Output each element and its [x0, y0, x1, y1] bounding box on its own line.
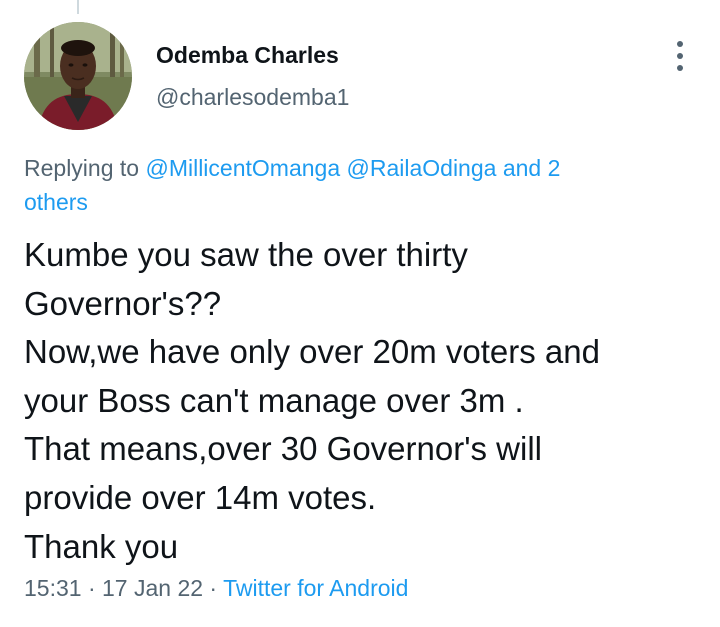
author-display-name[interactable]: Odemba Charles: [156, 42, 339, 69]
tweet-metadata: 15:31 · 17 Jan 22 · Twitter for Android: [24, 575, 408, 602]
mention-millicentomanga[interactable]: @MillicentOmanga: [145, 155, 340, 181]
replying-to: Replying to @MillicentOmanga @RailaOding…: [24, 151, 664, 219]
others-link-cont[interactable]: others: [24, 189, 88, 215]
author-avatar[interactable]: [24, 22, 132, 130]
tweet-text-line: provide over 14m votes.: [24, 478, 377, 516]
author-handle[interactable]: @charlesodemba1: [156, 84, 349, 111]
tweet-text-line: Kumbe you saw the over thirty: [24, 236, 468, 273]
meta-separator: ·: [81, 575, 103, 601]
tweet-text-line: Governor's??: [24, 284, 222, 322]
others-link[interactable]: and 2: [503, 155, 561, 181]
more-options-button[interactable]: [668, 38, 692, 74]
tweet-text: Kumbe you saw the over thirty Governor's…: [24, 231, 704, 571]
meta-separator: ·: [203, 575, 224, 601]
tweet-text-line: Thank you: [24, 527, 179, 565]
more-vertical-icon: [677, 41, 683, 71]
thread-connector-line: [77, 0, 79, 14]
replying-prefix: Replying to: [24, 155, 146, 181]
tweet-text-line: Now,we have only over 20m voters and: [24, 333, 600, 371]
tweet-text-line: That means,over 30 Governor's will: [24, 430, 543, 468]
tweet-date[interactable]: 17 Jan 22: [102, 575, 203, 601]
tweet-text-line: your Boss can't manage over 3m .: [24, 381, 524, 419]
tweet-source-link[interactable]: Twitter for Android: [223, 575, 408, 601]
tweet-time[interactable]: 15:31: [24, 575, 82, 601]
mention-railaodinga[interactable]: @RailaOdinga: [347, 155, 497, 181]
avatar-photo-icon: [24, 22, 132, 130]
